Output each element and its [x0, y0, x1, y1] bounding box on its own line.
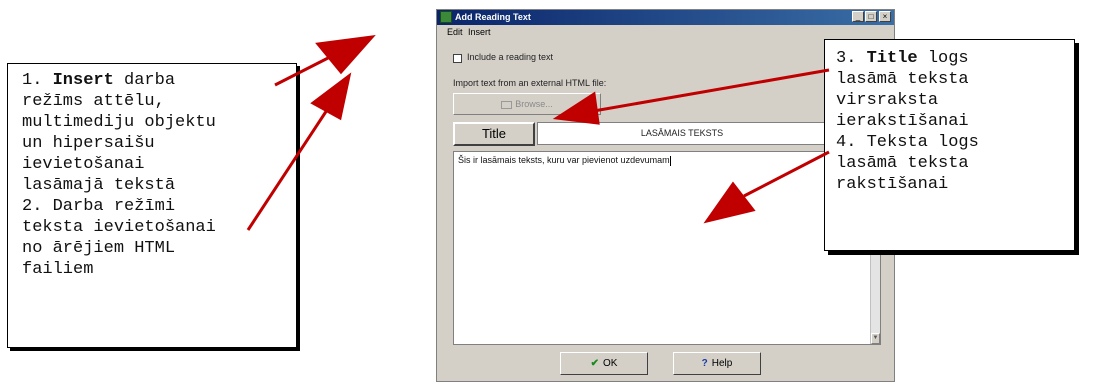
arrow-insert-line-2: [246, 109, 329, 231]
arrow-insert-head-2: [310, 72, 352, 121]
arrow-text-head: [703, 181, 756, 224]
arrow-insert-line-1: [274, 55, 331, 87]
arrow-insert-head-1: [315, 34, 376, 75]
arrow-text-line: [743, 150, 830, 198]
arrow-title-head: [552, 91, 600, 125]
arrow-title-line: [587, 68, 830, 114]
annotation-arrows: [246, 34, 830, 231]
